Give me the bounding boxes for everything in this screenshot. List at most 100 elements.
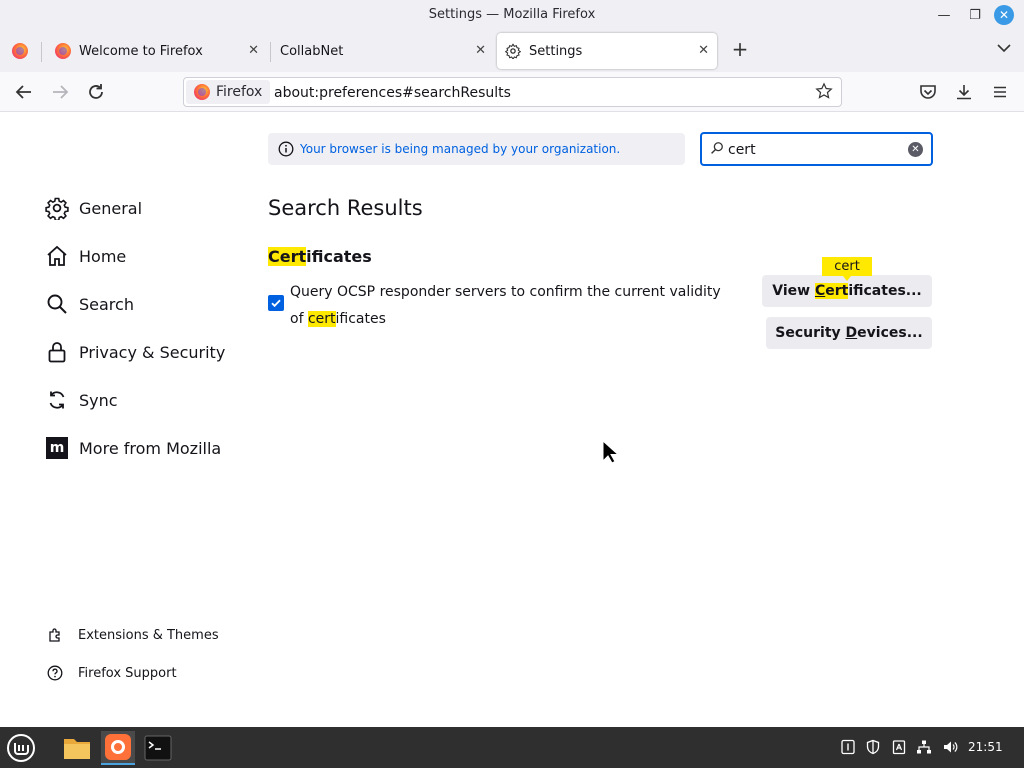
- mozilla-icon: m: [45, 436, 69, 460]
- mint-logo-icon: [7, 734, 35, 762]
- files-app-button[interactable]: [60, 731, 94, 765]
- minimize-button[interactable]: —: [934, 5, 954, 25]
- start-menu-button[interactable]: [4, 731, 38, 765]
- firefox-app-button[interactable]: [101, 731, 135, 765]
- sidebar-item-home[interactable]: Home: [45, 243, 126, 269]
- sidebar-item-general[interactable]: General: [45, 195, 142, 221]
- accesskey: D: [845, 325, 858, 341]
- accesskey: C: [814, 283, 826, 299]
- clipboard-icon[interactable]: [891, 739, 907, 755]
- tab-close-icon[interactable]: ✕: [248, 43, 259, 58]
- app-menu-button[interactable]: [988, 80, 1012, 104]
- ocsp-checkbox-row[interactable]: Query OCSP responder servers to confirm …: [268, 279, 738, 333]
- tab-collabnet[interactable]: CollabNet ✕: [272, 33, 494, 69]
- folder-icon: [64, 739, 90, 759]
- tab-settings[interactable]: Settings ✕: [497, 33, 717, 69]
- url-text[interactable]: about:preferences#searchResults: [274, 85, 511, 101]
- search-highlight: ert: [825, 283, 849, 299]
- tab-close-icon[interactable]: ✕: [475, 43, 486, 58]
- gear-icon: [45, 196, 69, 220]
- firefox-favicon-icon: [55, 43, 71, 59]
- firefox-logo-icon: [105, 734, 131, 760]
- shield-icon[interactable]: [865, 739, 881, 755]
- ocsp-text-end: ificates: [335, 311, 386, 327]
- search-match-tooltip: cert: [822, 257, 872, 281]
- search-icon: [45, 292, 69, 316]
- volume-icon[interactable]: [942, 739, 958, 755]
- sidebar-item-label: Home: [79, 246, 127, 266]
- list-all-tabs-button[interactable]: [996, 40, 1012, 60]
- button-text: evices...: [857, 325, 923, 341]
- sidebar-item-label: Search: [79, 294, 134, 314]
- reload-button[interactable]: [84, 80, 108, 104]
- firefox-support-link[interactable]: Firefox Support: [47, 663, 177, 683]
- button-text: Security: [775, 325, 846, 341]
- navigation-toolbar: Firefox about:preferences#searchResults: [0, 72, 1024, 112]
- clock[interactable]: 21:51: [968, 740, 1003, 754]
- pocket-button[interactable]: [916, 80, 940, 104]
- window-title: Settings — Mozilla Firefox: [428, 7, 596, 22]
- search-icon: [711, 142, 723, 154]
- policy-notice[interactable]: Your browser is being managed by your or…: [268, 133, 685, 165]
- star-icon: [815, 82, 833, 99]
- terminal-app-button[interactable]: [141, 731, 175, 765]
- ocsp-label: Query OCSP responder servers to confirm …: [290, 279, 738, 333]
- gear-icon: [505, 43, 521, 59]
- taskbar: 21:51: [0, 727, 1024, 768]
- mouse-pointer-icon: [602, 440, 620, 464]
- identity-label: Firefox: [216, 84, 263, 100]
- arrow-right-icon: [53, 85, 69, 99]
- maximize-button[interactable]: ❐: [965, 5, 985, 25]
- forward-button[interactable]: [48, 80, 72, 104]
- firefox-logo-icon: [194, 84, 210, 100]
- url-bar[interactable]: Firefox about:preferences#searchResults: [183, 77, 842, 107]
- puzzle-icon: [47, 627, 63, 643]
- close-window-button[interactable]: ✕: [994, 5, 1014, 25]
- tab-close-icon[interactable]: ✕: [698, 43, 709, 58]
- home-icon: [45, 244, 69, 268]
- help-icon: [47, 665, 63, 681]
- search-results-title: Search Results: [268, 196, 423, 220]
- button-text: ificates...: [848, 283, 922, 299]
- terminal-icon: [144, 735, 172, 761]
- downloads-button[interactable]: [952, 80, 976, 104]
- ocsp-checkbox[interactable]: [268, 295, 284, 311]
- tab-label: Settings: [529, 43, 583, 59]
- sidebar-item-search[interactable]: Search: [45, 291, 134, 317]
- sidebar-item-more-from-mozilla[interactable]: m More from Mozilla: [45, 435, 221, 461]
- new-tab-button[interactable]: +: [730, 37, 750, 61]
- sidebar-item-label: Privacy & Security: [79, 342, 226, 362]
- sidebar-item-label: General: [79, 198, 143, 218]
- hamburger-menu-icon: [994, 86, 1006, 98]
- sidebar-item-privacy[interactable]: Privacy & Security: [45, 339, 225, 365]
- tab-strip: Welcome to Firefox ✕ CollabNet ✕ Setting…: [0, 30, 1024, 72]
- security-devices-button[interactable]: Security Devices...: [766, 317, 932, 349]
- tab-separator: [41, 42, 42, 62]
- clear-search-icon[interactable]: ✕: [908, 142, 923, 157]
- tab-welcome[interactable]: Welcome to Firefox ✕: [47, 33, 267, 69]
- settings-search-box[interactable]: ✕: [700, 132, 933, 166]
- download-icon: [957, 85, 971, 100]
- chevron-down-icon: [997, 44, 1011, 53]
- preferences-content: Your browser is being managed by your or…: [0, 113, 1024, 727]
- keyboard-layout-icon[interactable]: [840, 739, 856, 755]
- search-highlight: cert: [307, 311, 336, 327]
- network-icon[interactable]: [916, 739, 932, 755]
- identity-box[interactable]: Firefox: [186, 80, 271, 104]
- extensions-themes-link[interactable]: Extensions & Themes: [47, 625, 219, 645]
- search-highlight: Cert: [268, 247, 307, 266]
- extensions-themes-label: Extensions & Themes: [78, 627, 219, 643]
- certificates-group-title: Certificates: [268, 247, 372, 266]
- settings-search-input[interactable]: [728, 140, 898, 160]
- button-text: View: [772, 283, 815, 299]
- firefox-view-button[interactable]: [8, 33, 32, 69]
- policy-text: Your browser is being managed by your or…: [300, 142, 621, 156]
- tab-label: Welcome to Firefox: [79, 43, 203, 59]
- sidebar-item-sync[interactable]: Sync: [45, 387, 118, 413]
- bookmark-star-button[interactable]: [815, 82, 833, 104]
- group-title-rest: ificates: [306, 247, 372, 266]
- title-bar: Settings — Mozilla Firefox — ❐ ✕: [0, 0, 1024, 30]
- back-button[interactable]: [12, 80, 36, 104]
- reload-icon: [89, 84, 103, 99]
- firefox-support-label: Firefox Support: [78, 665, 177, 681]
